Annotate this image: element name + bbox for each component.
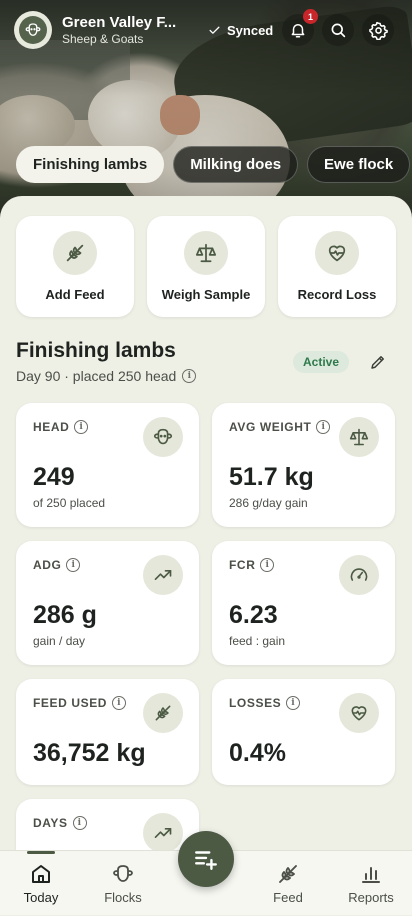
scale-icon <box>195 243 217 263</box>
metric-subtext: feed : gain <box>229 634 286 648</box>
tab-ewe-flock[interactable]: Ewe flock <box>307 146 411 183</box>
metric-label: FEED USED i <box>33 696 127 710</box>
metric-value: 0.4% <box>229 739 286 767</box>
metric-card-losses[interactable]: LOSSES i 0.4% <box>212 679 395 785</box>
trend-up-icon <box>143 813 183 853</box>
tab-milking-does[interactable]: Milking does <box>173 146 299 183</box>
add-feed-label: Add Feed <box>45 287 105 302</box>
farm-type: Sheep & Goats <box>62 32 144 46</box>
metric-label: HEAD i <box>33 420 89 434</box>
tab-finishing-lambs[interactable]: Finishing lambs <box>16 146 165 183</box>
metric-label: DAYS i <box>33 816 87 830</box>
nav-feed[interactable]: Feed <box>247 851 329 916</box>
nav-reports[interactable]: Reports <box>330 851 412 916</box>
metric-label: ADG i <box>33 558 81 572</box>
group-subtitle-text: Day 90 · placed 250 head <box>16 368 177 384</box>
metric-card-feed-used[interactable]: FEED USED i 36,752 kg <box>16 679 199 785</box>
metric-label: LOSSES i <box>229 696 301 710</box>
weigh-sample-button[interactable]: Weigh Sample <box>147 216 265 317</box>
gauge-icon <box>339 555 379 595</box>
group-tabs: Finishing lambs Milking does Ewe flock <box>16 146 411 183</box>
info-icon[interactable]: i <box>66 558 81 572</box>
gear-icon <box>368 21 388 40</box>
quick-actions: Add Feed Weigh Sample Record Loss <box>16 216 396 317</box>
info-icon[interactable]: i <box>260 558 275 572</box>
sheep-icon <box>143 417 183 457</box>
nav-reports-label: Reports <box>348 890 394 905</box>
farm-logo[interactable] <box>14 11 52 49</box>
nav-flocks[interactable]: Flocks <box>82 851 164 916</box>
group-subtitle: Day 90 · placed 250 head i <box>16 368 197 384</box>
feed-icon <box>66 244 84 262</box>
sync-status: Synced <box>208 23 273 38</box>
metric-subtext: gain / day <box>33 634 86 648</box>
nav-today-label: Today <box>23 890 59 905</box>
metric-value: 51.7 kg <box>229 463 314 491</box>
metric-value: 6.23 <box>229 601 278 629</box>
nav-feed-label: Feed <box>273 890 303 905</box>
pencil-icon <box>371 356 384 369</box>
search-icon <box>331 23 346 38</box>
edit-group-button[interactable] <box>366 350 390 374</box>
add-list-icon <box>195 851 217 870</box>
home-icon <box>32 865 50 883</box>
sheep-icon <box>25 23 41 36</box>
bar-chart-icon <box>362 867 380 883</box>
sync-status-label: Synced <box>227 22 274 38</box>
weigh-sample-label: Weigh Sample <box>161 287 251 302</box>
nav-today[interactable]: Today <box>0 851 82 916</box>
quick-log-fab[interactable] <box>178 831 234 887</box>
info-icon[interactable]: i <box>182 369 197 383</box>
heart-pulse-icon <box>328 245 346 262</box>
heart-pulse-icon <box>339 693 379 733</box>
metric-label: FCR i <box>229 558 275 572</box>
scale-icon <box>339 417 379 457</box>
search-button[interactable] <box>322 14 354 46</box>
record-loss-label: Record Loss <box>297 287 377 302</box>
metric-card-adg[interactable]: ADG i 286 g gain / day <box>16 541 199 665</box>
trend-up-icon <box>143 555 183 595</box>
metric-subtext: 286 g/day gain <box>229 496 308 510</box>
notifications-button[interactable]: 1 <box>282 9 318 46</box>
bell-icon <box>291 24 305 38</box>
settings-button[interactable] <box>362 14 394 46</box>
info-icon[interactable]: i <box>286 696 301 710</box>
metric-card-avg-weight[interactable]: AVG WEIGHT i 51.7 kg 286 g/day gain <box>212 403 395 527</box>
metric-card-fcr[interactable]: FCR i 6.23 feed : gain <box>212 541 395 665</box>
group-title: Finishing lambs <box>16 339 176 362</box>
info-icon[interactable]: i <box>112 696 127 710</box>
sheep-icon <box>113 865 133 882</box>
metric-value: 36,752 kg <box>33 739 146 767</box>
feed-icon <box>143 693 183 733</box>
metric-value: 249 <box>33 463 75 491</box>
metric-subtext: of 250 placed <box>33 496 106 510</box>
nav-active-indicator <box>27 851 55 854</box>
notification-badge: 1 <box>303 9 318 24</box>
farm-name[interactable]: Green Valley F... <box>62 14 182 31</box>
check-icon <box>209 26 220 34</box>
metric-label: AVG WEIGHT i <box>229 420 331 434</box>
nav-flocks-label: Flocks <box>104 890 142 905</box>
info-icon[interactable]: i <box>72 816 87 830</box>
metric-value: 286 g <box>33 601 97 629</box>
record-loss-button[interactable]: Record Loss <box>278 216 396 317</box>
metric-card-head[interactable]: HEAD i 249 of 250 placed <box>16 403 199 527</box>
add-feed-button[interactable]: Add Feed <box>16 216 134 317</box>
status-badge: Active <box>293 351 350 373</box>
info-icon[interactable]: i <box>74 420 89 434</box>
feed-icon <box>279 865 297 883</box>
info-icon[interactable]: i <box>316 420 331 434</box>
